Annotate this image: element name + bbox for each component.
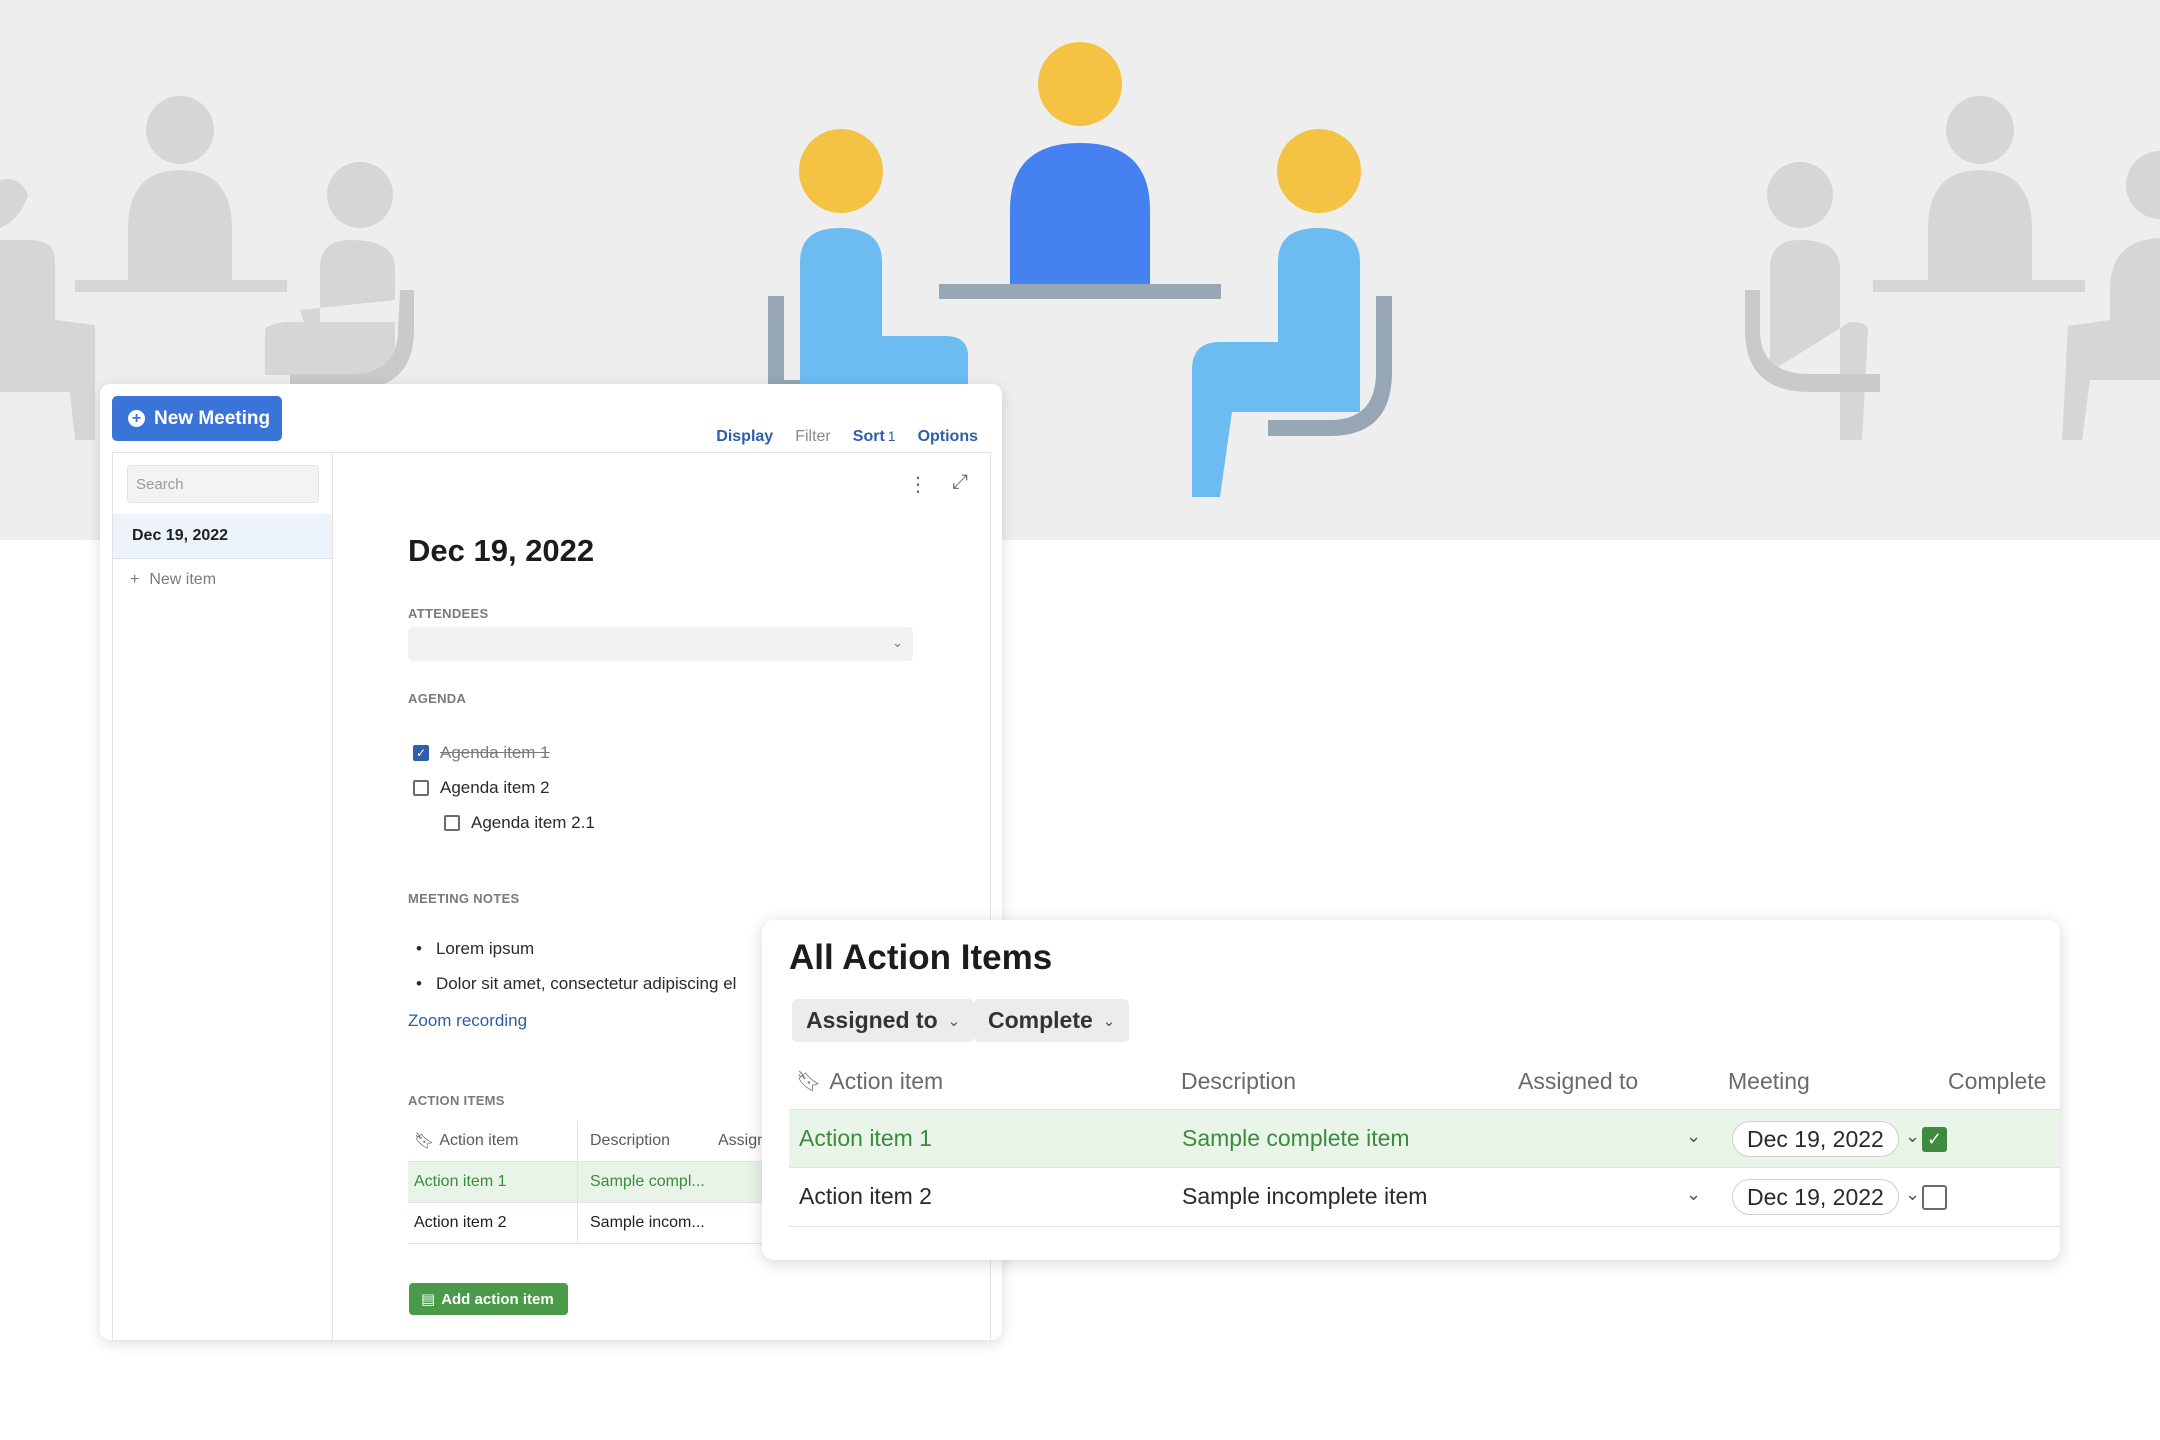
header-meeting: Meeting	[1728, 1068, 1810, 1094]
assigned-to-filter[interactable]: Assigned to ⌄	[792, 999, 975, 1042]
sidebar-item-dec-19-2022[interactable]: Dec 19, 2022	[113, 514, 332, 559]
notes-bullet: • Dolor sit amet, consectetur adipiscing…	[416, 974, 736, 994]
meeting-date-pill[interactable]: Dec 19, 2022	[1732, 1179, 1899, 1215]
table-header-row: 🔖︎ Action item Description Assign	[408, 1121, 808, 1162]
agenda-checkbox[interactable]	[413, 780, 429, 796]
table-row[interactable]: Action item 1 Sample complete item ⌄ Dec…	[789, 1109, 2060, 1168]
new-meeting-button[interactable]: + New Meeting	[112, 396, 282, 441]
add-action-item-button[interactable]: ▤ Add action item	[409, 1283, 568, 1315]
description-cell: Sample compl...	[590, 1173, 705, 1190]
header-description: Description	[590, 1132, 671, 1149]
agenda-subitem: Agenda item 2.1	[444, 813, 595, 833]
plus-icon: +	[130, 571, 140, 588]
bullet-icon: •	[416, 974, 422, 993]
action-items-label: ACTION ITEMS	[408, 1093, 505, 1108]
filter-label: Assigned to	[806, 1007, 938, 1033]
action-item-cell: Action item 1	[408, 1162, 578, 1202]
sort-button[interactable]: Sort 1	[853, 428, 896, 446]
table-header: 🔖︎ Action item	[408, 1121, 578, 1161]
expand-icon[interactable]: ⤢	[952, 471, 968, 494]
bullet-icon: •	[416, 939, 422, 958]
description-cell: Sample incom...	[590, 1214, 705, 1231]
gray-figures-right	[1745, 96, 2160, 440]
meeting-date-pill[interactable]: Dec 19, 2022	[1732, 1121, 1899, 1157]
view-toolbar: Display Filter Sort 1 Options	[716, 428, 978, 446]
sort-label: Sort	[852, 428, 885, 445]
page-title: Dec 19, 2022	[408, 533, 595, 568]
table-row[interactable]: Action item 2 Sample incom...	[408, 1203, 808, 1244]
complete-filter[interactable]: Complete ⌄	[974, 999, 1130, 1042]
chevron-down-icon: ⌄	[947, 1012, 961, 1030]
bookmark-icon: 🔖︎	[414, 1133, 435, 1150]
agenda-item: Agenda item 2	[413, 778, 550, 798]
action-item-cell: Action item 2	[408, 1203, 578, 1243]
table-add-icon: ▤	[421, 1291, 436, 1308]
assigned-to-dropdown-icon[interactable]: ⌄	[1686, 1184, 1701, 1205]
new-meeting-label: New Meeting	[154, 407, 271, 429]
agenda-item-label: Agenda item 1	[440, 743, 550, 762]
filter-label: Complete	[988, 1007, 1093, 1033]
header-assigned-to: Assigned to	[1518, 1068, 1639, 1094]
agenda-checkbox[interactable]	[444, 815, 460, 831]
agenda-item-label: Agenda item 2.1	[471, 813, 595, 832]
complete-checkbox-checked[interactable]: ✓	[1922, 1127, 1947, 1152]
assigned-to-dropdown-icon[interactable]: ⌄	[1686, 1126, 1701, 1147]
agenda-checkbox-checked[interactable]: ✓	[413, 745, 429, 761]
header-description: Description	[1181, 1068, 1297, 1094]
chevron-down-icon: ⌄	[1102, 1012, 1116, 1030]
chevron-down-icon: ⌄	[892, 635, 903, 650]
table-row[interactable]: Action item 1 Sample compl...	[408, 1162, 808, 1203]
notes-text: Lorem ipsum	[435, 939, 535, 958]
description-cell: Sample complete item	[1182, 1125, 1410, 1151]
bookmark-icon: 🔖︎	[796, 1071, 822, 1093]
header-complete: Complete	[1948, 1068, 2047, 1094]
filter-button[interactable]: Filter	[795, 428, 831, 446]
complete-checkbox[interactable]	[1922, 1185, 1947, 1210]
marketing-stage: + New Meeting Display Filter Sort 1 Optio…	[0, 0, 2160, 1440]
header-action-item: 🔖︎ Action item	[796, 1068, 943, 1095]
display-button[interactable]: Display	[716, 428, 773, 446]
action-item-cell: Action item 1	[799, 1125, 932, 1151]
header-label: Action item	[829, 1068, 944, 1094]
sidebar: Search Dec 19, 2022 + New item	[112, 452, 333, 1340]
zoom-recording-link[interactable]: Zoom recording	[408, 1011, 527, 1031]
search-input[interactable]: Search	[127, 465, 319, 503]
notes-bullet: • Lorem ipsum	[416, 939, 534, 959]
attendees-label: ATTENDEES	[408, 606, 489, 621]
new-item-button[interactable]: + New item	[130, 571, 216, 589]
meeting-dropdown-icon[interactable]: ⌄	[1905, 1184, 1920, 1205]
meeting-dropdown-icon[interactable]: ⌄	[1905, 1126, 1920, 1147]
header-action-item: Action item	[439, 1132, 519, 1149]
more-options-icon[interactable]: ⋮	[908, 475, 928, 495]
agenda-item: ✓ Agenda item 1	[413, 743, 550, 763]
new-item-label: New item	[149, 571, 217, 588]
notes-text: Dolor sit amet, consectetur adipiscing e…	[435, 974, 737, 993]
agenda-label: AGENDA	[408, 691, 467, 706]
attendees-select[interactable]: ⌄	[408, 627, 913, 661]
description-cell: Sample incomplete item	[1182, 1183, 1428, 1209]
all-action-items-card: All Action Items Assigned to ⌄ Complete …	[762, 920, 2060, 1260]
card-title: All Action Items	[789, 938, 1053, 977]
add-action-label: Add action item	[441, 1290, 554, 1308]
agenda-item-label: Agenda item 2	[440, 778, 550, 797]
plus-circle-icon: +	[128, 410, 145, 427]
options-button[interactable]: Options	[918, 428, 978, 446]
action-item-cell: Action item 2	[799, 1183, 932, 1209]
sort-count: 1	[887, 428, 896, 444]
meeting-notes-label: MEETING NOTES	[408, 891, 520, 906]
table-row[interactable]: Action item 2 Sample incomplete item ⌄ D…	[789, 1168, 2060, 1227]
